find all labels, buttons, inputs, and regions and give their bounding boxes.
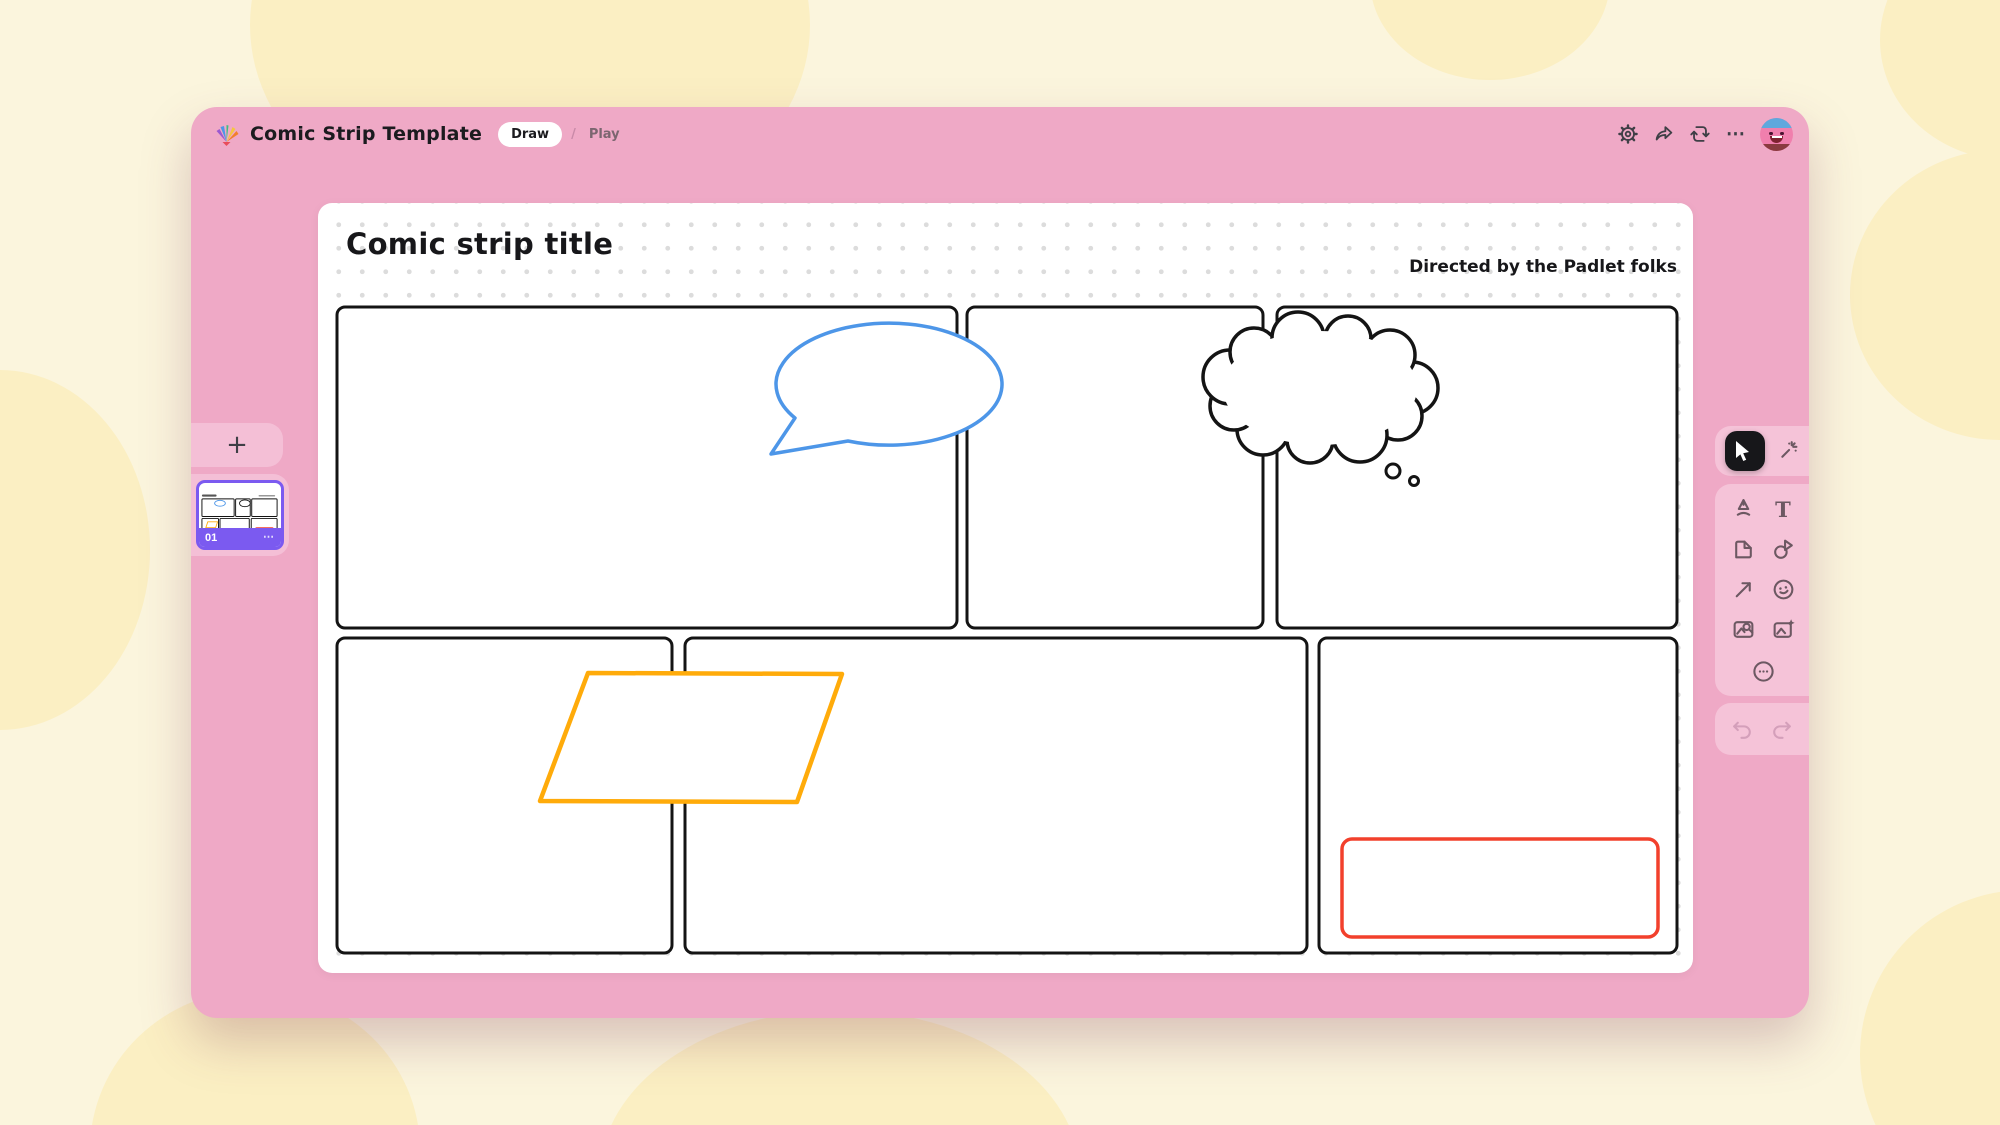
image-generate-tool-button[interactable] (1763, 609, 1803, 649)
bg-blob (1850, 150, 2000, 440)
settings-button[interactable] (1610, 116, 1646, 152)
select-tool-button[interactable] (1725, 431, 1765, 471)
bg-blob (1880, 0, 2000, 160)
shapes-tool-button[interactable] (1763, 529, 1803, 569)
more-tools-button[interactable] (1723, 649, 1803, 693)
loop-icon (1689, 123, 1711, 145)
text-tool-button[interactable]: T (1763, 489, 1803, 529)
canvas-shapes-layer (318, 203, 1693, 973)
header: Comic Strip Template Draw / Play (191, 107, 1809, 161)
page: Comic Strip Template Draw / Play (0, 0, 2000, 1125)
app-title: Comic Strip Template (250, 123, 482, 145)
more-menu-button[interactable]: ⋯ (1718, 116, 1754, 152)
sticker-tool-button[interactable] (1763, 569, 1803, 609)
canvas-title-text[interactable]: Comic strip title (346, 227, 613, 261)
image-sparkle-icon (1771, 617, 1796, 642)
loop-frame-button[interactable] (1682, 116, 1718, 152)
shapes-icon (1771, 537, 1796, 562)
pen-icon (1731, 497, 1756, 522)
pointer-tool-section (1715, 426, 1809, 476)
redo-button[interactable] (1769, 717, 1794, 742)
slide-thumbnail-01[interactable]: 01 ⋯ (196, 480, 284, 550)
page-tool-button[interactable] (1723, 529, 1763, 569)
gear-icon (1617, 123, 1639, 145)
slide-footer: 01 ⋯ (199, 528, 281, 547)
share-button[interactable] (1646, 116, 1682, 152)
more-tools-icon (1751, 659, 1776, 684)
arrow-tool-button[interactable] (1723, 569, 1763, 609)
app-window: Comic Strip Template Draw / Play (191, 107, 1809, 1018)
pen-tool-button[interactable] (1723, 489, 1763, 529)
more-ellipsis-icon: ⋯ (1726, 125, 1746, 144)
add-slide-button[interactable]: + (191, 423, 283, 467)
history-section (1715, 703, 1809, 755)
parallelogram-shape[interactable] (540, 673, 842, 802)
cursor-icon (1735, 441, 1754, 462)
sticker-smiley-icon (1771, 577, 1796, 602)
slide-number: 01 (205, 532, 217, 544)
slide-list: 01 ⋯ (191, 474, 289, 556)
tools-section: T (1715, 484, 1809, 696)
canvas-credit-text[interactable]: Directed by the Padlet folks (1409, 257, 1677, 277)
play-mode-button[interactable]: Play (583, 123, 626, 146)
image-search-icon (1731, 617, 1756, 642)
slide-more-button[interactable]: ⋯ (263, 532, 275, 543)
image-search-tool-button[interactable] (1723, 609, 1763, 649)
page-icon (1731, 537, 1756, 562)
drawing-canvas[interactable]: Comic strip title Directed by the Padlet… (318, 203, 1693, 973)
bg-blob (1370, 0, 1610, 80)
bg-blob (600, 1010, 1080, 1125)
redo-icon (1769, 717, 1794, 742)
arrow-icon (1731, 577, 1756, 602)
share-icon (1653, 123, 1675, 145)
rectangle-shape[interactable] (1342, 839, 1658, 937)
undo-button[interactable] (1730, 717, 1755, 742)
text-tool-icon: T (1775, 499, 1791, 520)
undo-icon (1730, 717, 1755, 742)
bg-blob (0, 370, 150, 730)
bg-blob (1860, 890, 2000, 1125)
magic-draw-tool-button[interactable] (1774, 439, 1799, 464)
user-avatar[interactable] (1760, 118, 1793, 151)
mode-separator: / (571, 127, 576, 142)
padlet-logo (213, 121, 240, 148)
magic-wand-icon (1774, 439, 1799, 464)
draw-mode-button[interactable]: Draw (498, 122, 562, 147)
